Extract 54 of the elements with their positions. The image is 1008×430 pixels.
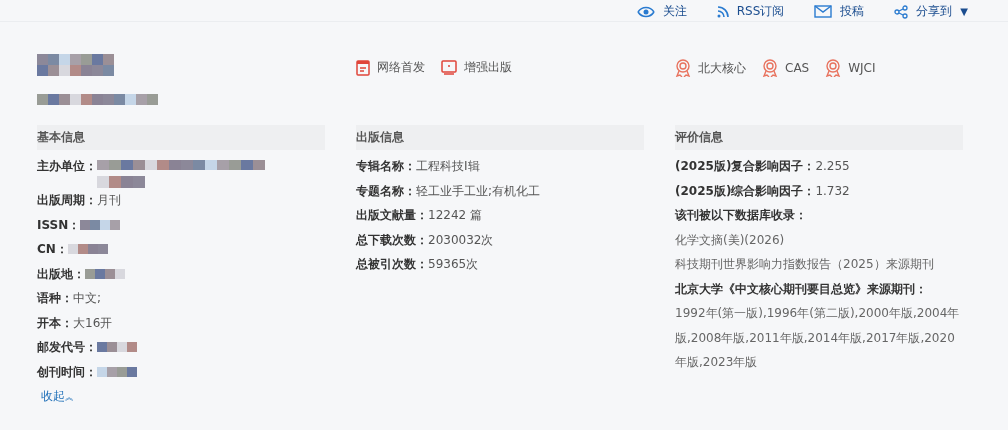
info-text: 1992年(第一版),1996年(第二版),2000年版,2004年版,2008年版,2011年版,2014年版,2017年版,2020年版,2023年版 (675, 305, 961, 371)
field-value: 2.255 (815, 158, 850, 175)
toolbar-link[interactable]: RSS订阅 (716, 3, 785, 20)
field-label: CN： (37, 241, 68, 258)
field-label: 专题名称： (356, 182, 416, 200)
badge-label: 北大核心 (698, 59, 746, 77)
section-heading: 基本信息 (37, 125, 325, 150)
eye-icon (636, 4, 655, 19)
field-label: 开本： (37, 314, 73, 332)
field-value: 12242 篇 (428, 207, 482, 224)
toolbar-link[interactable]: 投稿 (814, 3, 865, 20)
field-value: 月刊 (97, 192, 121, 209)
redacted-value (97, 176, 145, 188)
field-value: 工程科技Ⅰ辑 (416, 158, 480, 175)
field-label: 主办单位： (37, 158, 97, 175)
field-label: (2025版)复合影响因子： (675, 158, 816, 175)
badge-label: 增强出版 (464, 59, 512, 76)
field-label: (2025版)综合影响因子： (675, 182, 816, 200)
section-heading: 评价信息 (675, 125, 963, 150)
screen-icon (441, 60, 457, 75)
badge-label: WJCI (848, 61, 876, 75)
toolbar-link[interactable]: 关注 (636, 3, 687, 20)
badge-label: 网络首发 (377, 59, 425, 76)
field-label: 该刊被以下数据库收录： (675, 207, 807, 224)
medal-icon (675, 59, 691, 77)
field-value: 中文; (73, 290, 102, 307)
field-value: 59365次 (428, 256, 479, 273)
medal-icon (762, 59, 778, 77)
field-label: 出版地： (37, 265, 85, 283)
field-label: 出版文献量： (356, 207, 428, 224)
mail-icon (814, 5, 833, 18)
field-label: 北京大学《中文核心期刊要目总览》来源期刊： (675, 280, 927, 298)
field-label: 总下载次数： (356, 231, 428, 249)
collapse-link[interactable]: 收起︽ (41, 384, 74, 410)
toolbar-link[interactable]: 分享到 ▼ (894, 3, 968, 20)
field-label: 邮发代号： (37, 339, 97, 356)
document-icon (356, 59, 370, 76)
field-label: 出版周期： (37, 192, 97, 209)
badge-label: CAS (785, 61, 810, 75)
field-value: 2030032次 (428, 231, 494, 249)
field-label: 语种： (37, 290, 73, 307)
field-label: 创刊时间： (37, 363, 97, 381)
rss-icon (716, 5, 729, 18)
field-label: 总被引次数： (356, 256, 428, 273)
field-value: 1.732 (815, 182, 850, 200)
medal-icon (825, 59, 842, 77)
field-label: 专辑名称： (356, 158, 416, 175)
field-value: 轻工业手工业;有机化工 (416, 182, 541, 200)
share-icon (894, 4, 909, 19)
info-text: 化学文摘(美)(2026) (675, 231, 786, 249)
section-heading: 出版信息 (356, 125, 644, 150)
info-text: 科技期刊世界影响力指数报告（2025）来源期刊 (675, 256, 935, 273)
field-label: ISSN： (37, 216, 81, 234)
field-value: 大16开 (73, 314, 113, 332)
